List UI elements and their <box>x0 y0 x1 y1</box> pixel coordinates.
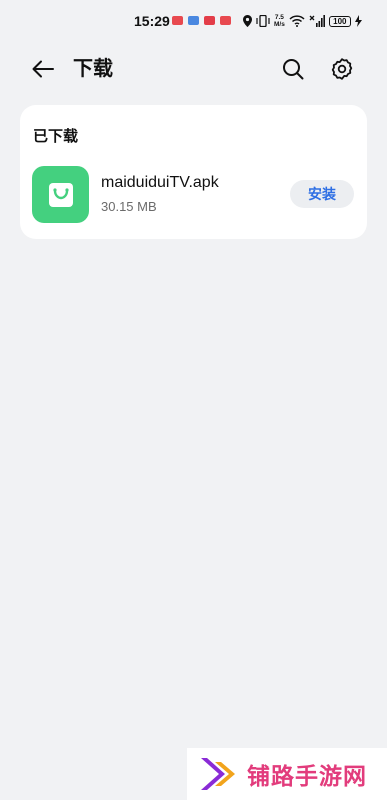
section-title-downloaded: 已下载 <box>33 128 79 145</box>
notification-icons <box>172 16 231 25</box>
network-speed-unit: M/s <box>274 21 285 28</box>
status-time: 15:29 <box>134 13 170 29</box>
gear-icon <box>331 58 353 80</box>
install-button[interactable]: 安装 <box>290 180 354 208</box>
status-indicators: 7.5 M/s 100 <box>243 13 362 29</box>
watermark: 铺路手游网 <box>187 748 387 800</box>
status-bar: 15:29 7.5 M/s 100 <box>0 0 387 42</box>
notification-app-icon <box>172 16 183 25</box>
wifi-icon <box>289 15 305 27</box>
settings-button[interactable] <box>328 55 356 83</box>
notification-app-icon <box>220 16 231 25</box>
battery-indicator: 100 <box>328 15 351 27</box>
file-name: maiduiduiTV.apk <box>101 174 219 191</box>
charging-icon <box>354 15 362 27</box>
watermark-text: 铺路手游网 <box>247 763 367 789</box>
search-button[interactable] <box>279 55 307 83</box>
location-icon <box>243 15 252 27</box>
app-header: 下载 <box>0 48 387 90</box>
notification-app-icon <box>188 16 199 25</box>
shopping-bag-icon <box>48 182 73 207</box>
watermark-logo-icon <box>201 758 235 790</box>
page-title: 下载 <box>73 58 113 80</box>
vibrate-icon <box>256 15 270 27</box>
network-speed: 7.5 M/s <box>274 14 285 28</box>
app-icon <box>32 166 89 223</box>
arrow-left-icon <box>32 60 54 78</box>
back-button[interactable] <box>28 56 58 82</box>
notification-app-icon <box>204 16 215 25</box>
file-size: 30.15 MB <box>101 199 157 214</box>
signal-icon <box>309 15 325 27</box>
downloaded-card: 已下载 maiduiduiTV.apk 30.15 MB 安装 <box>20 105 367 239</box>
search-icon <box>283 59 304 80</box>
network-speed-value: 7.5 <box>274 14 284 21</box>
